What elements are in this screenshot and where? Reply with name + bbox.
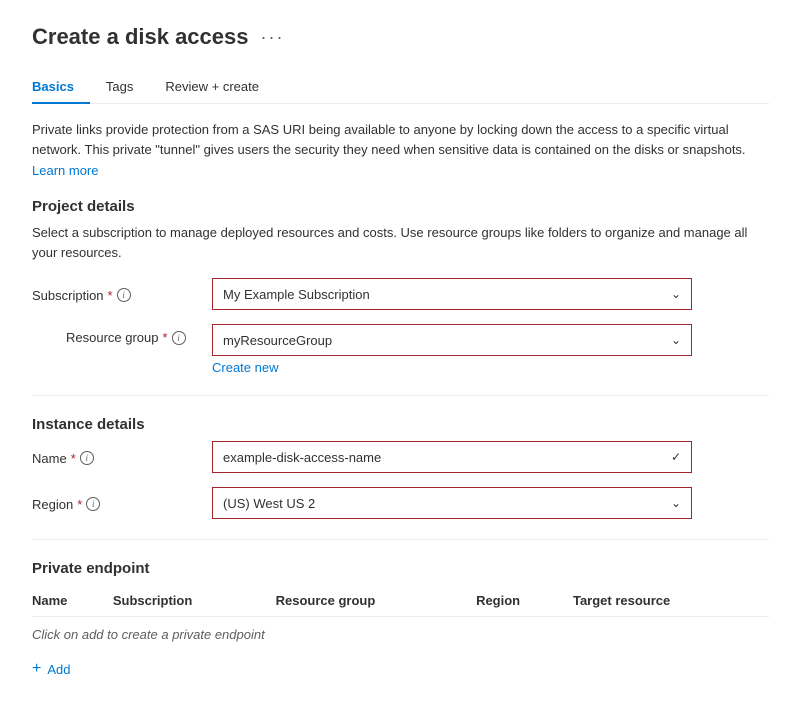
col-resource-group: Resource group	[276, 585, 476, 617]
name-row: Name * i example-disk-access-name ✓	[32, 441, 769, 473]
private-endpoint-title: Private endpoint	[32, 560, 769, 577]
subscription-info-icon[interactable]: i	[117, 288, 131, 302]
subscription-field-container: My Example Subscription ⌄	[212, 278, 692, 310]
subscription-chevron-icon: ⌄	[671, 287, 681, 301]
region-chevron-icon: ⌄	[671, 496, 681, 510]
instance-details-title: Instance details	[32, 416, 769, 433]
tabs-bar: Basics Tags Review + create	[32, 70, 769, 104]
name-label-col: Name * i	[32, 449, 212, 466]
col-target-resource: Target resource	[573, 585, 769, 617]
resource-group-required-star: *	[163, 330, 168, 345]
subscription-required-star: *	[108, 288, 113, 303]
page-title: Create a disk access	[32, 24, 249, 50]
main-container: Create a disk access ··· Basics Tags Rev…	[0, 0, 801, 702]
region-field-container: (US) West US 2 ⌄	[212, 487, 692, 519]
name-value: example-disk-access-name	[223, 450, 381, 465]
table-body: Click on add to create a private endpoin…	[32, 617, 769, 653]
learn-more-link[interactable]: Learn more	[32, 163, 98, 178]
region-label: Region	[32, 497, 73, 512]
subscription-dropdown-value: My Example Subscription	[223, 287, 370, 302]
region-label-col: Region * i	[32, 495, 212, 512]
table-header: Name Subscription Resource group Region …	[32, 585, 769, 617]
region-info-icon[interactable]: i	[86, 497, 100, 511]
add-icon: +	[32, 660, 41, 678]
name-chevron-icon: ✓	[671, 450, 681, 464]
table-empty-row: Click on add to create a private endpoin…	[32, 617, 769, 653]
tab-basics[interactable]: Basics	[32, 71, 90, 104]
subscription-dropdown[interactable]: My Example Subscription ⌄	[212, 278, 692, 310]
project-details-title: Project details	[32, 198, 769, 215]
resource-group-field-area: myResourceGroup ⌄ Create new	[212, 324, 692, 375]
resource-group-row: Resource group * i myResourceGroup ⌄ Cre…	[32, 324, 769, 375]
resource-group-info-icon[interactable]: i	[172, 331, 186, 345]
private-links-description: Private links provide protection from a …	[32, 120, 769, 159]
resource-group-dropdown-value: myResourceGroup	[223, 333, 332, 348]
table-header-row: Name Subscription Resource group Region …	[32, 585, 769, 617]
subscription-label: Subscription	[32, 288, 104, 303]
col-region: Region	[476, 585, 573, 617]
name-dropdown[interactable]: example-disk-access-name ✓	[212, 441, 692, 473]
add-label: Add	[47, 662, 70, 677]
region-required-star: *	[77, 497, 82, 512]
tab-tags[interactable]: Tags	[106, 71, 149, 104]
subscription-row: Subscription * i My Example Subscription…	[32, 278, 769, 310]
col-subscription: Subscription	[113, 585, 276, 617]
resource-group-label: Resource group	[66, 330, 159, 345]
project-details-description: Select a subscription to manage deployed…	[32, 223, 769, 262]
resource-group-chevron-icon: ⌄	[671, 333, 681, 347]
region-dropdown[interactable]: (US) West US 2 ⌄	[212, 487, 692, 519]
tab-review-create[interactable]: Review + create	[165, 71, 275, 104]
private-endpoint-table: Name Subscription Resource group Region …	[32, 585, 769, 652]
name-label: Name	[32, 451, 67, 466]
add-row[interactable]: + Add	[32, 660, 769, 678]
region-value: (US) West US 2	[223, 496, 315, 511]
table-empty-message: Click on add to create a private endpoin…	[32, 617, 769, 653]
name-required-star: *	[71, 451, 76, 466]
region-row: Region * i (US) West US 2 ⌄	[32, 487, 769, 519]
col-name: Name	[32, 585, 113, 617]
name-info-icon[interactable]: i	[80, 451, 94, 465]
dots-menu-icon[interactable]: ···	[261, 27, 285, 48]
section-divider-2	[32, 539, 769, 540]
resource-group-dropdown[interactable]: myResourceGroup ⌄	[212, 324, 692, 356]
name-field-container: example-disk-access-name ✓	[212, 441, 692, 473]
resource-group-label-col: Resource group * i	[32, 324, 212, 345]
create-new-link[interactable]: Create new	[212, 360, 278, 375]
page-header: Create a disk access ···	[32, 24, 769, 50]
subscription-label-col: Subscription * i	[32, 286, 212, 303]
section-divider-1	[32, 395, 769, 396]
